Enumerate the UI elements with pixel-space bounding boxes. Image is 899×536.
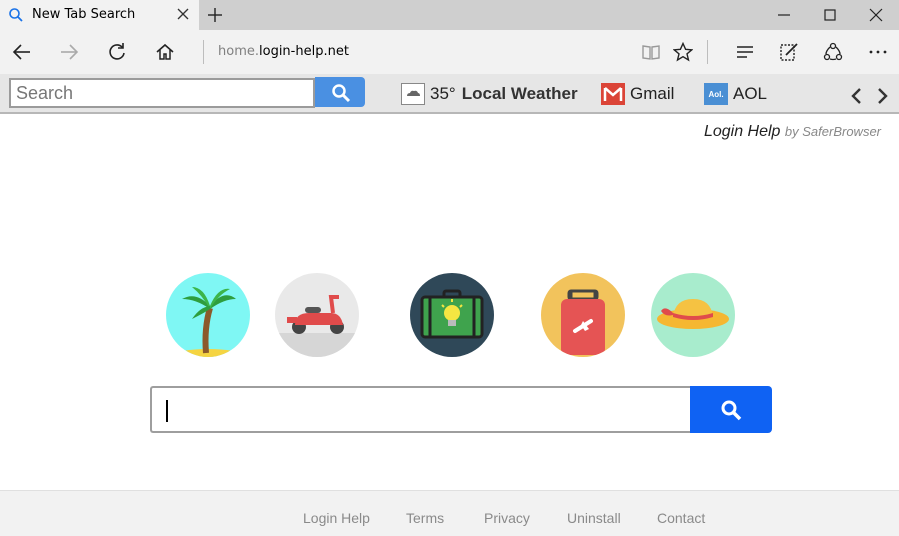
url-host: login-help.net — [259, 44, 349, 59]
footer-link-contact[interactable]: Contact — [657, 510, 705, 526]
main-search-button[interactable] — [690, 386, 772, 433]
address-bar: home.login-help.net — [0, 30, 899, 74]
title-bar: New Tab Search — [0, 0, 899, 30]
hub-icon[interactable] — [731, 38, 759, 66]
toolbar-search-button[interactable] — [315, 77, 365, 107]
refresh-button[interactable] — [103, 38, 131, 66]
weather-label: Local Weather — [461, 84, 578, 103]
close-tab-icon[interactable] — [175, 6, 191, 22]
address-divider — [203, 40, 204, 64]
forward-button[interactable] — [55, 38, 83, 66]
brand-logo: Login Help by SaferBrowser — [704, 123, 881, 141]
footer-link-privacy[interactable]: Privacy — [484, 510, 530, 526]
chevron-right-icon[interactable] — [875, 86, 891, 106]
maximize-button[interactable] — [807, 0, 853, 30]
more-icon[interactable] — [864, 38, 892, 66]
new-tab-icon[interactable] — [206, 6, 224, 24]
tab-new-tab-search[interactable]: New Tab Search — [0, 0, 199, 30]
footer: Login Help Terms Privacy Uninstall Conta… — [0, 490, 899, 536]
luggage-icon[interactable] — [541, 273, 625, 357]
footer-link-terms[interactable]: Terms — [406, 510, 444, 526]
palm-tree-icon[interactable] — [166, 273, 250, 357]
toolbar-search-input[interactable] — [9, 78, 315, 108]
scooter-icon[interactable] — [275, 273, 359, 357]
aol-icon: Aol. — [704, 83, 728, 105]
weather-widget[interactable]: 35° Local Weather — [401, 82, 578, 106]
weather-cloud-icon — [401, 83, 425, 105]
brand-name: Login Help — [703, 123, 781, 140]
aol-label: AOL — [733, 84, 768, 103]
gmail-link[interactable]: Gmail — [601, 82, 674, 106]
tab-title: New Tab Search — [32, 7, 136, 22]
text-cursor — [166, 400, 168, 422]
address-divider-right — [707, 40, 708, 64]
web-note-icon[interactable] — [775, 38, 803, 66]
url-prefix: home. — [218, 44, 259, 59]
suitcase-idea-icon[interactable] — [410, 273, 494, 357]
back-button[interactable] — [8, 38, 36, 66]
footer-link-login-help[interactable]: Login Help — [303, 510, 370, 526]
search-icon — [8, 7, 24, 23]
gmail-icon — [601, 83, 625, 105]
favorite-star-icon[interactable] — [669, 38, 697, 66]
brand-by: by SaferBrowser — [784, 124, 881, 139]
search-icon — [332, 84, 351, 103]
sun-hat-icon[interactable] — [651, 273, 735, 357]
footer-link-uninstall[interactable]: Uninstall — [567, 510, 621, 526]
home-button[interactable] — [151, 38, 179, 66]
chevron-left-icon[interactable] — [848, 86, 864, 106]
aol-link[interactable]: Aol. AOL — [704, 82, 767, 106]
url-field[interactable]: home.login-help.net — [218, 44, 349, 59]
close-window-button[interactable] — [853, 0, 899, 30]
gmail-label: Gmail — [630, 84, 675, 103]
share-icon[interactable] — [819, 38, 847, 66]
search-icon — [721, 400, 742, 421]
minimize-button[interactable] — [761, 0, 807, 30]
weather-temperature: 35° — [430, 84, 456, 103]
extension-toolbar: 35° Local Weather Gmail Aol. AOL — [0, 74, 899, 114]
reading-view-icon[interactable] — [637, 38, 665, 66]
main-search-input[interactable] — [150, 386, 690, 433]
